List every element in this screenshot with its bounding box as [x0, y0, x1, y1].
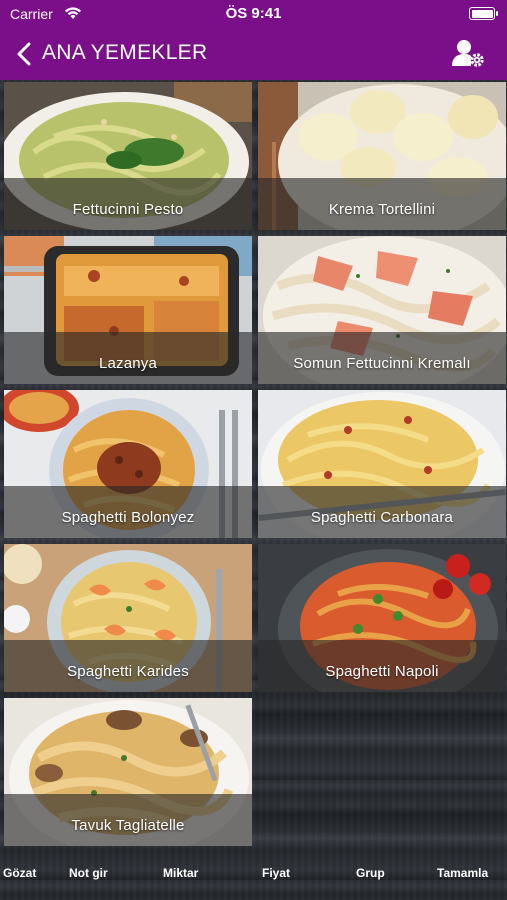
- tab-gozat[interactable]: Gözat: [3, 866, 36, 880]
- navigation-bar: ANA YEMEKLER: [0, 28, 507, 80]
- dish-name: Somun Fettucinni Kremalı: [293, 355, 471, 372]
- dish-name: Spaghetti Napoli: [325, 663, 439, 680]
- dish-name: Spaghetti Carbonara: [310, 509, 454, 526]
- battery-icon: [469, 7, 498, 20]
- dish-tile-somun-fettucinni-kremali[interactable]: Somun Fettucinni Kremalı: [258, 236, 506, 384]
- dish-tile-spaghetti-bolonyez[interactable]: Spaghetti Bolonyez: [4, 390, 252, 538]
- dish-tile-spaghetti-napoli[interactable]: Spaghetti Napoli: [258, 544, 506, 692]
- dish-name: Fettucinni Pesto: [72, 201, 184, 218]
- dish-tile-spaghetti-carbonara[interactable]: Spaghetti Carbonara: [258, 390, 506, 538]
- page-title: ANA YEMEKLER: [42, 41, 208, 64]
- tab-grup[interactable]: Grup: [356, 866, 385, 880]
- dish-tile-lazanya[interactable]: Lazanya: [4, 236, 252, 384]
- bottom-toolbar: Gözat Not gir Miktar Fiyat Grup Tamamla: [0, 856, 507, 892]
- status-time: ÖS 9:41: [225, 5, 282, 22]
- dish-tile-tavuk-tagliatelle[interactable]: Tavuk Tagliatelle: [4, 698, 252, 846]
- chevron-left-icon[interactable]: [14, 41, 36, 67]
- tab-tamamla[interactable]: Tamamla: [437, 866, 488, 880]
- dish-name: Spaghetti Bolonyez: [61, 509, 195, 526]
- dish-tile-spaghetti-karides[interactable]: Spaghetti Karides: [4, 544, 252, 692]
- dish-name: Lazanya: [98, 355, 158, 372]
- status-bar: Carrier ÖS 9:41: [0, 0, 507, 28]
- dish-name: Spaghetti Karides: [67, 663, 189, 680]
- dish-name: Tavuk Tagliatelle: [71, 817, 185, 834]
- tab-miktar[interactable]: Miktar: [163, 866, 198, 880]
- dish-tile-fettucinni-pesto[interactable]: Fettucinni Pesto: [4, 82, 252, 230]
- dish-name: Krema Tortellini: [328, 201, 436, 218]
- user-settings-icon[interactable]: [451, 38, 487, 68]
- tab-not-gir[interactable]: Not gir: [69, 866, 108, 880]
- tab-fiyat[interactable]: Fiyat: [262, 866, 290, 880]
- dish-tile-krema-tortellini[interactable]: Krema Tortellini: [258, 82, 506, 230]
